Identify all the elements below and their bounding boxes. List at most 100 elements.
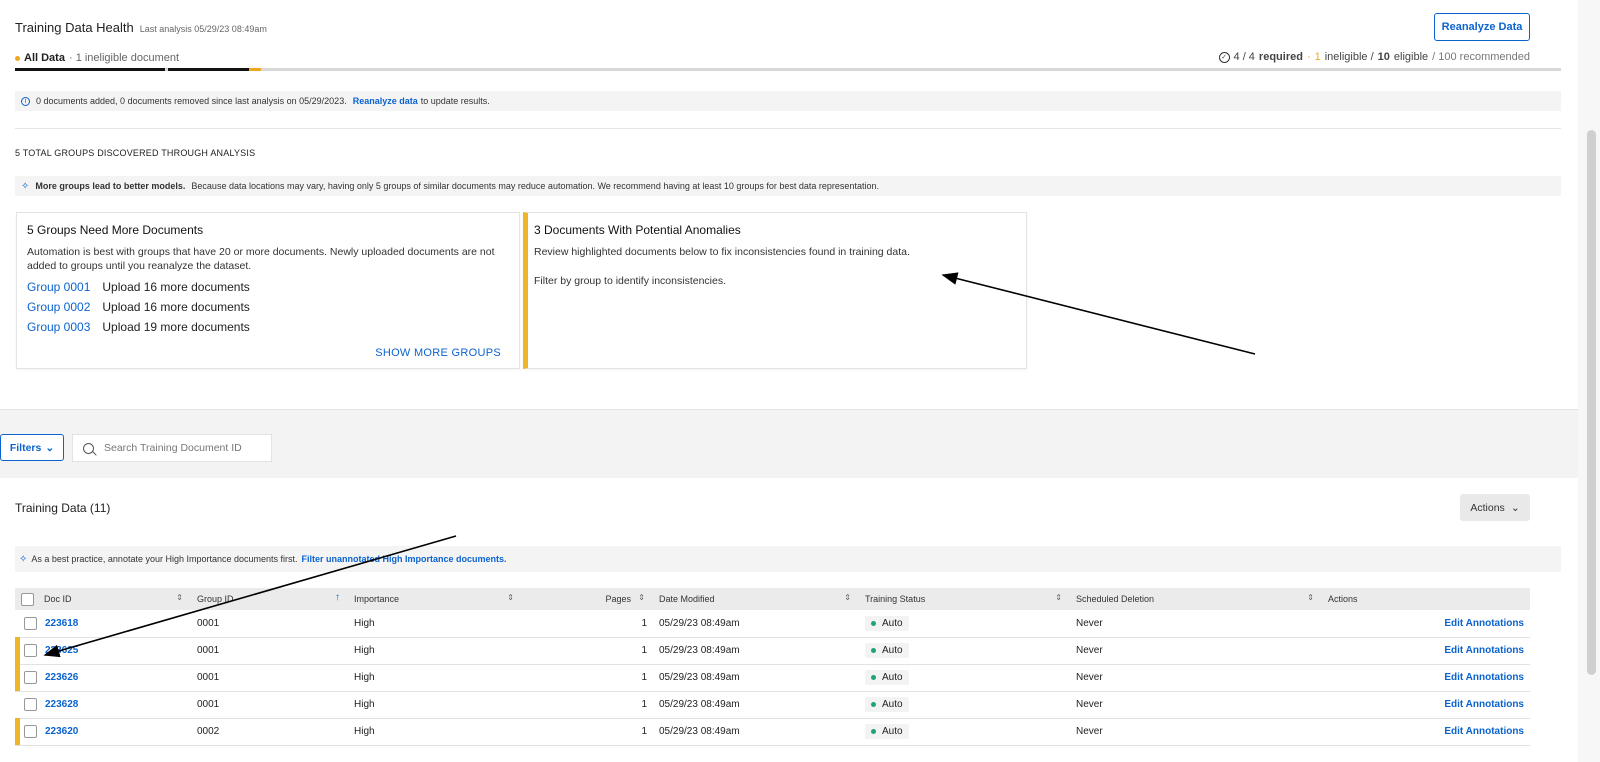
data-health-progress-bar <box>15 68 1561 71</box>
all-data-label: All Data <box>24 52 65 64</box>
cell-scheduled-deletion: Never <box>1076 726 1103 737</box>
row-checkbox[interactable] <box>24 725 37 738</box>
column-label: Training Status <box>865 594 926 604</box>
ineligible-label: ineligible / <box>1324 51 1374 63</box>
practice-text: As a best practice, annotate your High I… <box>31 554 298 564</box>
status-badge: Auto <box>865 724 909 739</box>
required-label: required <box>1258 51 1303 63</box>
reanalyze-data-button[interactable]: Reanalyze Data <box>1434 13 1530 41</box>
scrollbar-track[interactable] <box>1578 0 1600 762</box>
edit-annotations-link[interactable]: Edit Annotations <box>1322 664 1530 691</box>
status-text: Auto <box>882 726 903 737</box>
doc-id-link[interactable]: 223618 <box>45 618 78 629</box>
training-data-table: Doc ID ⇕ Group ID ↑ Importance ⇕ Pages ⇕ Dat… <box>15 588 1530 746</box>
reanalyze-data-link[interactable]: Reanalyze data <box>353 96 418 106</box>
doc-id-link[interactable]: 223620 <box>45 726 78 737</box>
sparkle-icon: ✧ <box>19 553 28 565</box>
sort-icon[interactable]: ⇕ <box>844 593 851 602</box>
sort-icon[interactable]: ⇕ <box>638 593 645 602</box>
cell-date-modified: 05/29/23 08:49am <box>659 726 740 737</box>
table-row[interactable]: 223628 0001 High 1 05/29/23 08:49am Auto Never… <box>15 691 1530 718</box>
table-row[interactable]: 223625 0001 High 1 05/29/23 08:49am Auto Never… <box>15 637 1530 664</box>
training-data-title: Training Data (11) <box>15 501 111 515</box>
sort-icon[interactable]: ⇕ <box>1055 593 1062 602</box>
all-data-tab[interactable]: All Data · 1 ineligible document <box>15 52 179 64</box>
search-box[interactable] <box>72 434 272 462</box>
actions-label: Actions <box>1470 501 1505 514</box>
row-checkbox[interactable] <box>24 671 37 684</box>
column-header-date-modified[interactable]: Date Modified ⇕ <box>653 588 859 610</box>
status-dot-icon <box>871 620 876 626</box>
column-header-actions: Actions <box>1322 588 1530 610</box>
group-link[interactable]: Group 0002 <box>27 300 90 314</box>
cell-scheduled-deletion: Never <box>1076 699 1103 710</box>
doc-id-link[interactable]: 223626 <box>45 672 78 683</box>
column-header-group-id[interactable]: Group ID ↑ <box>191 588 348 610</box>
sort-ascending-icon[interactable]: ↑ <box>335 592 340 603</box>
edit-annotations-link[interactable]: Edit Annotations <box>1322 637 1530 664</box>
tip-bold-text: More groups lead to better models. <box>35 181 186 191</box>
cell-date-modified: 05/29/23 08:49am <box>659 617 740 629</box>
warning-dot-icon <box>15 55 20 61</box>
search-input[interactable] <box>104 442 264 454</box>
filters-button[interactable]: Filters ⌄ <box>0 434 64 461</box>
edit-annotations-link[interactable]: Edit Annotations <box>1322 718 1530 745</box>
table-row[interactable]: 223620 0002 High 1 05/29/23 08:49am Auto Never… <box>15 718 1530 745</box>
progress-segment-eligible <box>168 68 249 71</box>
column-header-scheduled-deletion[interactable]: Scheduled Deletion ⇕ <box>1070 588 1322 610</box>
row-checkbox[interactable] <box>24 644 37 657</box>
select-all-checkbox[interactable] <box>21 592 34 606</box>
column-header-importance[interactable]: Importance ⇕ <box>348 588 522 610</box>
scrollbar-thumb[interactable] <box>1587 130 1596 675</box>
column-label: Group ID <box>197 594 234 604</box>
status-dot-icon <box>871 729 876 734</box>
cell-importance: High <box>354 726 375 737</box>
progress-segment-required <box>15 68 165 71</box>
cell-scheduled-deletion: Never <box>1076 617 1103 629</box>
show-more-groups-button[interactable]: SHOW MORE GROUPS <box>375 347 501 359</box>
cell-pages: 1 <box>641 699 647 710</box>
doc-id-link[interactable]: 223628 <box>45 699 78 710</box>
groups-heading: 5 TOTAL GROUPS DISCOVERED THROUGH ANALYS… <box>15 148 256 158</box>
cell-scheduled-deletion: Never <box>1076 672 1103 683</box>
group-link[interactable]: Group 0003 <box>27 320 90 334</box>
table-header-row: Doc ID ⇕ Group ID ↑ Importance ⇕ Pages ⇕ Dat… <box>15 588 1530 610</box>
cell-training-status: Auto <box>859 718 1070 745</box>
cell-doc-id: 223625 <box>15 637 191 664</box>
edit-annotations-link[interactable]: Edit Annotations <box>1322 691 1530 718</box>
filters-label: Filters <box>9 441 42 454</box>
best-practice-banner: ✧ As a best practice, annotate your High… <box>15 546 1561 572</box>
required-count: 4 / 4 <box>1233 51 1255 63</box>
column-header-doc-id[interactable]: Doc ID ⇕ <box>15 588 191 610</box>
status-badge: Auto <box>865 615 909 631</box>
card-hint: Filter by group to identify inconsistenc… <box>534 275 727 287</box>
status-dot-icon <box>871 675 876 680</box>
column-label: Doc ID <box>44 593 72 604</box>
status-badge: Auto <box>865 643 909 658</box>
row-checkbox[interactable] <box>24 616 37 630</box>
table-row[interactable]: 223626 0001 High 1 05/29/23 08:49am Auto Never… <box>15 664 1530 691</box>
table-row[interactable]: 223618 0001 High 1 05/29/23 08:49am Auto Never… <box>15 610 1530 637</box>
sort-icon[interactable]: ⇕ <box>1307 593 1314 602</box>
row-checkbox[interactable] <box>24 698 37 711</box>
status-text: Auto <box>882 699 903 710</box>
separator-dot: · <box>1306 51 1311 63</box>
doc-id-link[interactable]: 223625 <box>45 645 78 656</box>
actions-menu-button[interactable]: Actions ⌄ <box>1460 494 1530 521</box>
column-header-training-status[interactable]: Training Status ⇕ <box>859 588 1070 610</box>
sort-icon[interactable]: ⇕ <box>176 593 183 602</box>
column-label: Scheduled Deletion <box>1076 594 1155 604</box>
group-row: Group 0001 Upload 16 more documents <box>27 280 250 294</box>
filter-high-importance-link[interactable]: Filter unannotated High Importance docum… <box>302 554 507 564</box>
search-icon <box>83 442 94 454</box>
chevron-down-icon: ⌄ <box>1510 501 1520 514</box>
eligible-label: eligible <box>1393 51 1429 63</box>
card-description: Automation is best with groups that have… <box>27 246 495 272</box>
group-link[interactable]: Group 0001 <box>27 280 90 294</box>
column-header-pages[interactable]: Pages ⇕ <box>522 588 653 610</box>
page-title: Training Data Health Last analysis 05/29/… <box>15 20 267 35</box>
edit-annotations-link[interactable]: Edit Annotations <box>1322 610 1530 637</box>
status-badge: Auto <box>865 670 909 685</box>
sort-icon[interactable]: ⇕ <box>507 593 514 602</box>
training-data-health-panel: Training Data Health Last analysis 05/29/… <box>0 0 1578 410</box>
